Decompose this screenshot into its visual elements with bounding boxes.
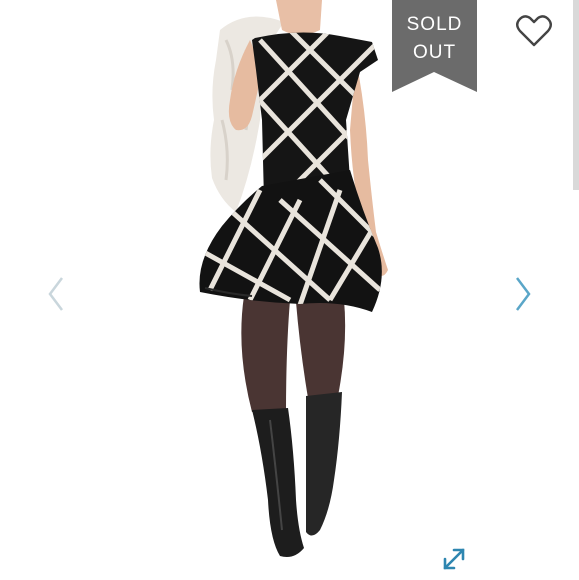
chevron-right-icon — [516, 277, 531, 311]
product-photo — [199, 0, 388, 557]
heart-icon — [516, 15, 552, 47]
previous-image-button[interactable] — [44, 274, 68, 314]
next-image-button[interactable] — [511, 274, 535, 314]
model-neck — [276, 0, 322, 35]
badge-line-sold: SOLD — [406, 14, 463, 35]
expand-icon — [443, 548, 465, 570]
chevron-left-icon — [48, 277, 63, 311]
scrollbar-edge[interactable] — [573, 0, 579, 190]
fullscreen-button[interactable] — [440, 545, 468, 573]
like-button[interactable] — [515, 14, 553, 48]
badge-line-out: OUT — [412, 42, 457, 63]
sold-out-badge: SOLD OUT — [392, 0, 477, 92]
model-boots — [252, 392, 342, 557]
product-image-viewer[interactable]: SOLD OUT — [0, 0, 579, 580]
